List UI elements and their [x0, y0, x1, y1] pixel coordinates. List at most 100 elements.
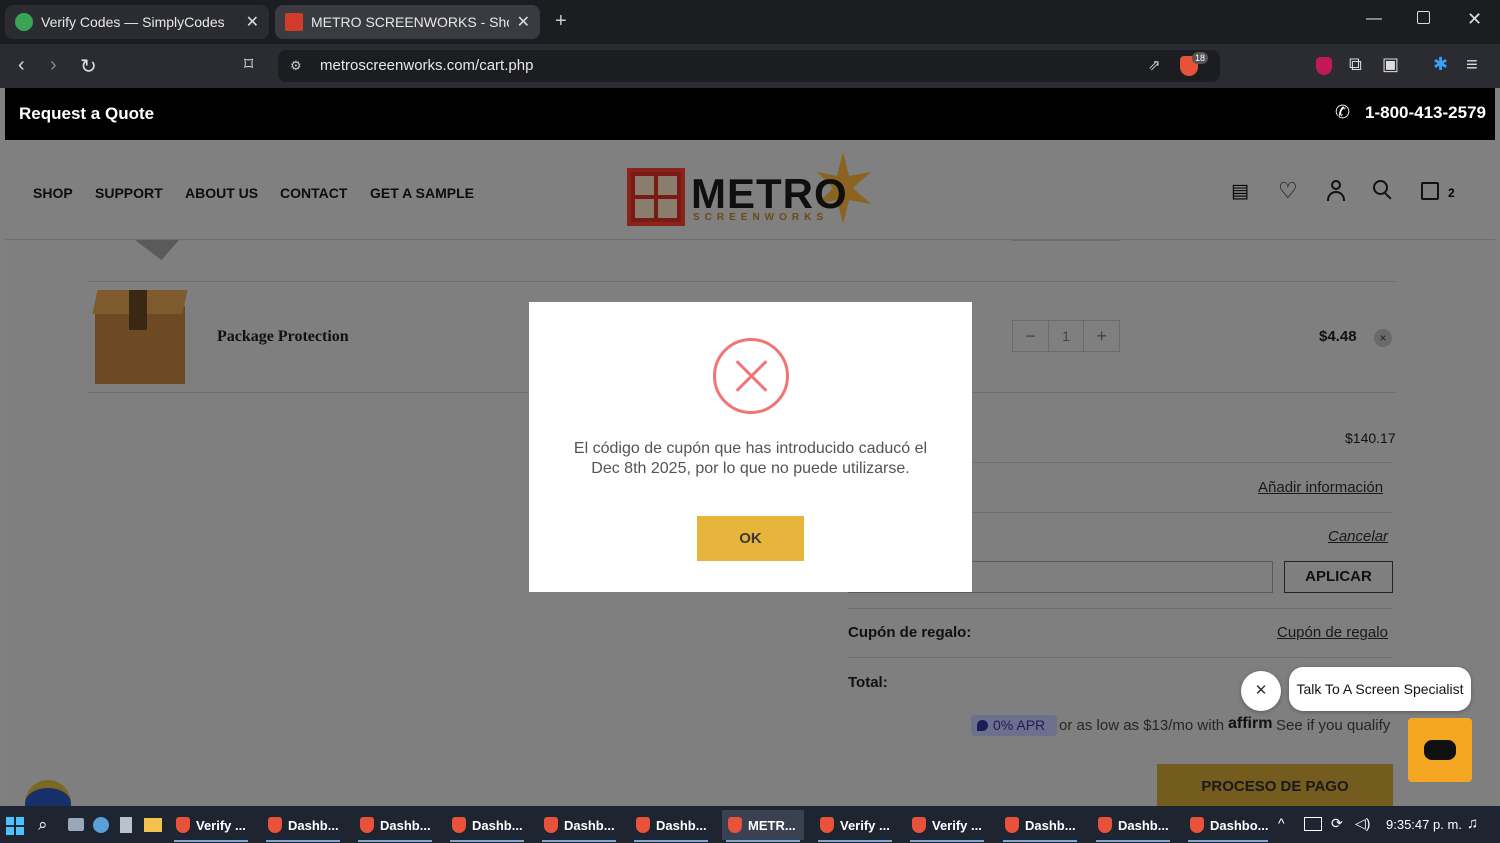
search-taskbar-icon[interactable]: ⌕ — [38, 815, 48, 835]
file-explorer-icon[interactable] — [144, 818, 162, 832]
close-tab-icon[interactable]: ✕ — [246, 12, 259, 32]
divider — [88, 281, 1396, 282]
quantity-stepper[interactable]: − 1 + — [1012, 320, 1120, 352]
apply-coupon-button[interactable]: APLICAR — [1284, 561, 1393, 593]
subtotal-value: $140.17 — [1345, 430, 1396, 446]
cart-count: 2 — [1448, 186, 1455, 200]
chat-close-button[interactable]: ✕ — [1241, 671, 1281, 711]
trust-badge-icon[interactable] — [25, 780, 71, 806]
notification-bell-icon[interactable]: ♫ — [1467, 815, 1478, 832]
qty-input[interactable]: 1 — [1047, 321, 1085, 351]
remove-item-button[interactable]: × — [1374, 329, 1392, 347]
reader-icon[interactable]: ▣ — [1382, 54, 1399, 75]
phone-number[interactable]: 1-800-413-2579 — [1365, 103, 1486, 123]
coupon-error-dialog: El código de cupón que has introducido c… — [529, 302, 972, 592]
affirm-text: or as low as $13/mo with — [1059, 717, 1225, 734]
taskbar-item-label: Dashb... — [288, 817, 339, 833]
close-tab-icon[interactable]: ✕ — [517, 12, 530, 32]
volume-icon[interactable]: ◁) — [1355, 815, 1370, 832]
nav-get-a-sample[interactable]: GET A SAMPLE — [370, 185, 474, 201]
item-name[interactable]: Package Protection — [217, 328, 349, 346]
gift-coupon-label: Cupón de regalo: — [848, 624, 972, 641]
taskbar-item[interactable]: Verify ... — [906, 810, 988, 842]
taskbar-item[interactable]: Dashbo... — [1184, 810, 1272, 842]
calculator-icon[interactable] — [120, 817, 132, 833]
taskbar-item[interactable]: Verify ... — [814, 810, 896, 842]
top-announcement-bar: Request a Quote ✆ 1-800-413-2579 — [5, 88, 1495, 140]
new-tab-button[interactable]: + — [555, 10, 567, 33]
taskbar-item-label: Dashbo... — [1210, 817, 1269, 833]
affirm-qualify-link[interactable]: See if you qualify — [1276, 717, 1390, 734]
brave-icon — [820, 817, 834, 833]
taskbar-item[interactable]: Dashb... — [262, 810, 344, 842]
taskbar-item[interactable]: Dashb... — [999, 810, 1081, 842]
share-icon[interactable]: ⇗ — [1148, 50, 1161, 82]
qty-plus-button[interactable]: + — [1084, 321, 1119, 351]
total-label: Total: — [848, 674, 888, 691]
cancel-coupon-link[interactable]: Cancelar — [1328, 528, 1388, 545]
brave-icon — [176, 817, 190, 833]
divider — [1012, 240, 1120, 241]
reload-icon[interactable]: ↻ — [80, 54, 97, 79]
chat-bubble-icon — [1424, 740, 1456, 760]
taskbar-item[interactable]: Dashb... — [1092, 810, 1174, 842]
taskbar-item[interactable]: Dashb... — [446, 810, 528, 842]
running-indicator — [174, 840, 248, 842]
metro-logo-icon[interactable] — [627, 168, 685, 226]
taskbar-item[interactable]: METR... — [722, 810, 804, 842]
compare-icon[interactable]: ▤ — [1231, 180, 1249, 203]
menu-icon[interactable]: ≡ — [1466, 54, 1478, 77]
running-indicator — [910, 840, 984, 842]
sync-icon[interactable]: ⟳ — [1331, 815, 1343, 832]
clock[interactable]: 9:35:47 p. m. — [1386, 817, 1462, 832]
nav-support[interactable]: SUPPORT — [95, 185, 163, 201]
extensions-icon[interactable]: ⧉ — [1349, 54, 1362, 75]
maps-icon[interactable] — [93, 817, 109, 833]
account-icon[interactable] — [1326, 180, 1346, 201]
ok-button[interactable]: OK — [697, 516, 804, 561]
nav-about-us[interactable]: ABOUT US — [185, 185, 258, 201]
site-header: SHOP SUPPORT ABOUT US CONTACT GET A SAMP… — [5, 140, 1495, 240]
cart-bag-icon[interactable] — [1421, 182, 1439, 200]
taskbar-item[interactable]: Verify ... — [170, 810, 252, 842]
site-settings-icon[interactable]: ⚙ — [290, 50, 302, 82]
chat-launcher-button[interactable] — [1408, 718, 1472, 782]
windows-start-icon[interactable] — [6, 817, 24, 835]
browser-tab-bar: Verify Codes — SimplyCodes ✕ METRO SCREE… — [0, 0, 1500, 44]
forward-icon[interactable]: › — [50, 54, 57, 77]
gift-coupon-link[interactable]: Cupón de regalo — [1277, 624, 1388, 641]
running-indicator — [266, 840, 340, 842]
minimize-icon[interactable]: — — [1366, 10, 1382, 28]
nav-shop[interactable]: SHOP — [33, 185, 73, 201]
ublock-icon[interactable] — [1316, 57, 1332, 75]
taskbar-item[interactable]: Dashb... — [538, 810, 620, 842]
qty-minus-button[interactable]: − — [1013, 321, 1048, 351]
back-icon[interactable]: ‹ — [18, 54, 25, 77]
bookmark-icon[interactable]: ⌑ — [244, 54, 253, 75]
request-quote-link[interactable]: Request a Quote — [19, 104, 154, 124]
logo-subtext: SCREENWORKS — [693, 212, 829, 223]
checkout-button[interactable]: PROCESO DE PAGO — [1157, 764, 1393, 806]
nav-contact[interactable]: CONTACT — [280, 185, 347, 201]
close-window-icon[interactable]: ✕ — [1467, 9, 1482, 30]
search-icon[interactable] — [1373, 180, 1393, 200]
item-price: $4.48 — [1319, 328, 1357, 345]
taskbar-item[interactable]: Dashb... — [630, 810, 712, 842]
k-extension-icon[interactable]: ✱ — [1433, 54, 1448, 75]
url-field[interactable]: ⚙ metroscreenworks.com/cart.php ⇗ 18 — [278, 50, 1220, 82]
restore-icon[interactable] — [1417, 11, 1430, 24]
running-indicator — [818, 840, 892, 842]
tag-icon — [977, 720, 988, 731]
wishlist-heart-icon[interactable]: ♡ — [1278, 178, 1298, 204]
tab-verify-codes[interactable]: Verify Codes — SimplyCodes ✕ — [5, 5, 269, 39]
tray-chevron-icon[interactable]: ^ — [1278, 815, 1285, 831]
taskbar-item-label: Dashb... — [564, 817, 615, 833]
brave-icon — [1005, 817, 1019, 833]
add-info-link[interactable]: Añadir información — [1258, 479, 1383, 496]
display-icon[interactable] — [1304, 817, 1322, 831]
taskbar-item[interactable]: Dashb... — [354, 810, 436, 842]
chat-prompt-bubble[interactable]: Talk To A Screen Specialist — [1289, 667, 1471, 711]
tab-metro-screenworks[interactable]: METRO SCREENWORKS - Shopp ✕ — [275, 5, 540, 39]
camera-icon[interactable] — [68, 818, 84, 831]
taskbar-item-label: METR... — [748, 817, 796, 833]
